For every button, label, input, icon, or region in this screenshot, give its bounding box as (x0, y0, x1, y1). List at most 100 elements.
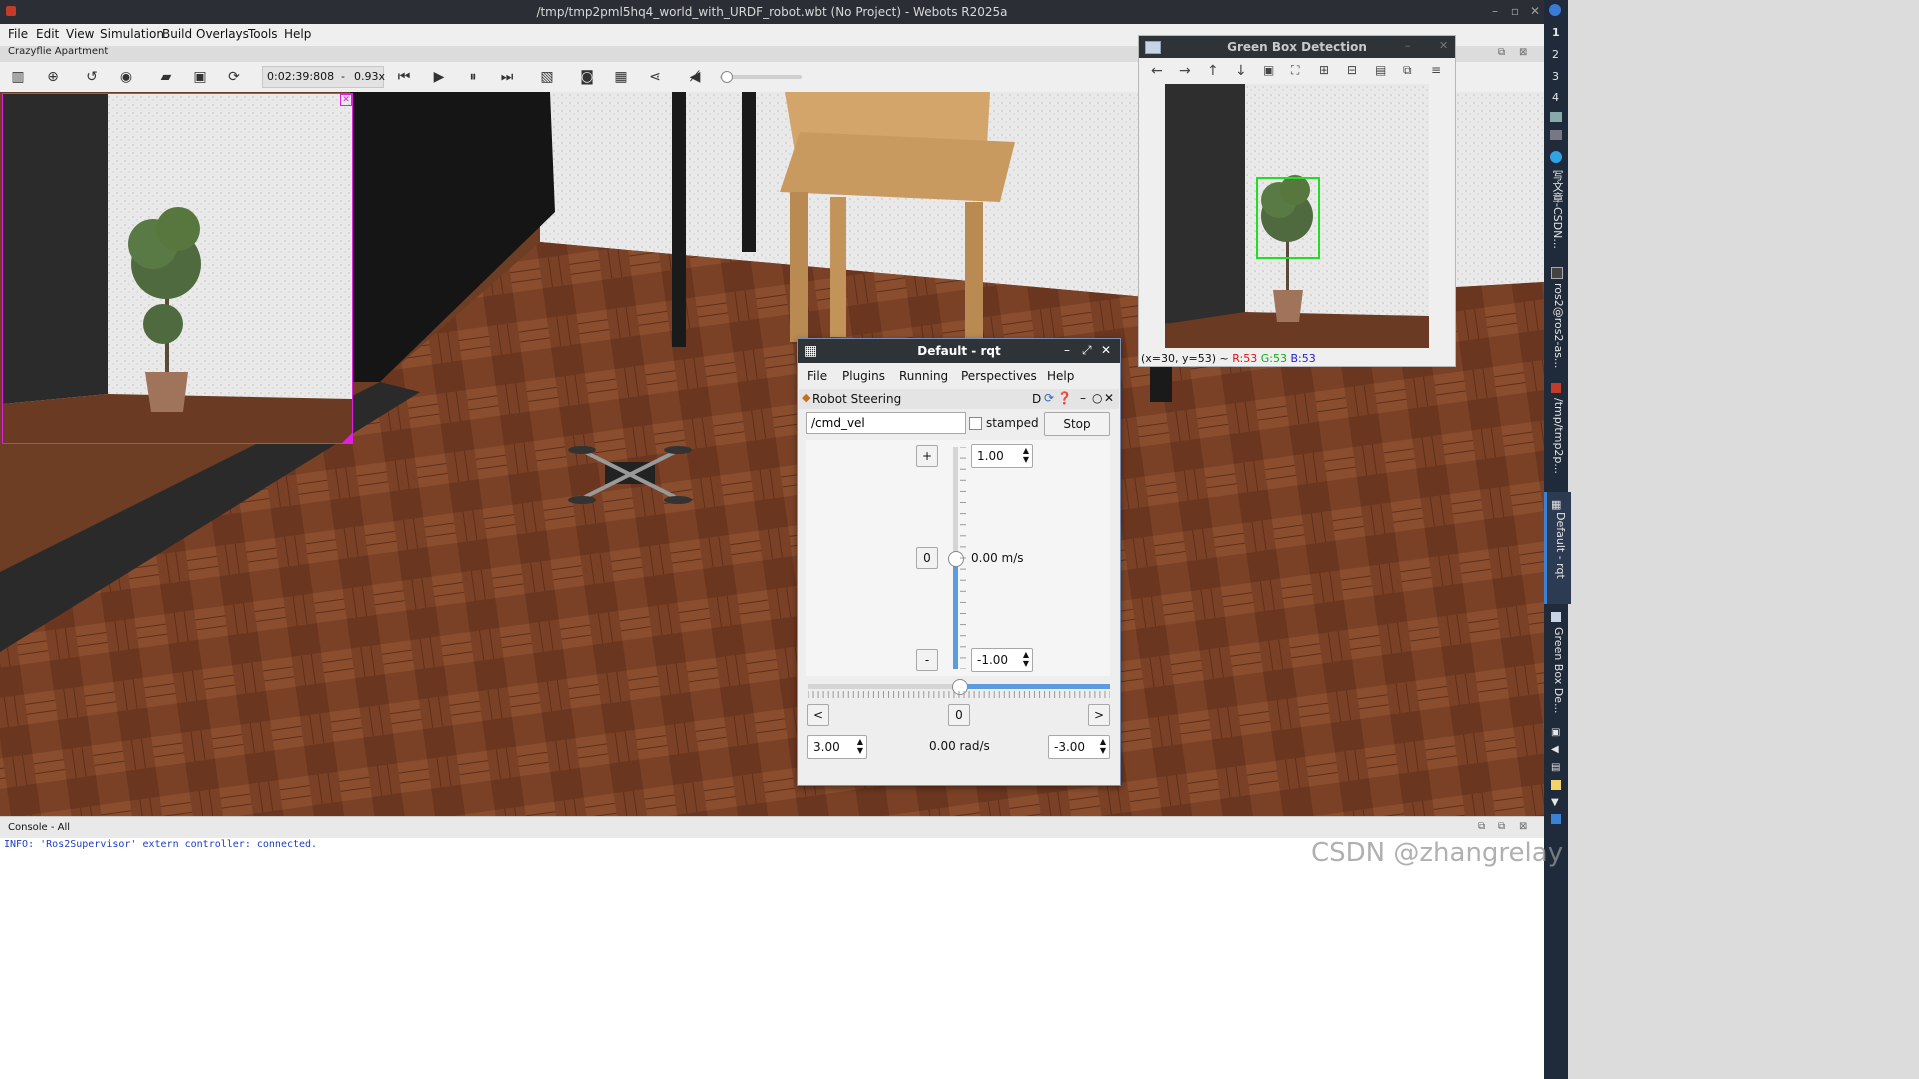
workspace-3[interactable]: 3 (1552, 70, 1559, 83)
gbd-forward-icon[interactable]: → (1179, 63, 1191, 79)
rqt-minimize-icon[interactable]: – (1064, 343, 1070, 357)
maximize-icon[interactable]: ▫ (1508, 4, 1522, 18)
task-csdn-editor[interactable]: 写文章-CSDN... (1547, 170, 1565, 260)
fast-forward-icon[interactable]: ⏭ (498, 68, 516, 86)
gbd-task-icon[interactable] (1551, 612, 1561, 622)
keyboard-icon[interactable]: ▤ (1551, 762, 1560, 773)
workspace-1[interactable]: 1 (1552, 26, 1560, 39)
open-icon[interactable]: ▰ (157, 68, 175, 86)
angular-right-button[interactable]: > (1088, 704, 1110, 726)
gbd-back-icon[interactable]: ← (1151, 63, 1163, 79)
rqt-maximize-icon[interactable]: ⤢ (1082, 343, 1092, 358)
gbd-fit-icon[interactable]: ⛶ (1291, 63, 1299, 78)
gbd-minimize-icon[interactable]: – (1405, 39, 1411, 52)
task-webots[interactable]: /tmp/tmp2p... (1547, 398, 1565, 488)
angular-max-spinbox[interactable]: 3.00 ▲ ▼ (807, 735, 867, 759)
menu-view[interactable]: View (66, 27, 94, 41)
task-rqt-active[interactable]: ▦ Default - rqt (1544, 492, 1571, 604)
angular-left-button[interactable]: < (807, 704, 829, 726)
menu-tools[interactable]: Tools (248, 27, 278, 41)
spin-arrows-icon[interactable]: ▲ ▼ (1023, 446, 1029, 464)
overlay-close-icon[interactable]: ✕ (340, 94, 352, 106)
workspace-2[interactable]: 2 (1552, 48, 1559, 61)
linear-min-spinbox[interactable]: -1.00 ▲ ▼ (971, 648, 1033, 672)
angular-min-spinbox[interactable]: -3.00 ▲ ▼ (1048, 735, 1110, 759)
spin-arrows-icon[interactable]: ▲ ▼ (857, 737, 863, 755)
menu-edit[interactable]: Edit (36, 27, 59, 41)
task-green-box-detection[interactable]: Green Box De... (1547, 627, 1565, 717)
console-close-icon[interactable]: ⊠ (1519, 821, 1527, 832)
linear-max-spinbox[interactable]: 1.00 ▲ ▼ (971, 444, 1033, 468)
taskbar-logo-icon[interactable] (1549, 4, 1561, 16)
camera-icon[interactable]: ◙ (578, 68, 596, 86)
menu-overlays[interactable]: Overlays (196, 27, 249, 41)
reset-view-icon[interactable]: ↺ (83, 68, 101, 86)
notes-icon[interactable] (1551, 780, 1561, 790)
rqt-menu-file[interactable]: File (807, 369, 827, 383)
linear-minus-button[interactable]: - (916, 649, 938, 671)
render-icon[interactable]: ▧ (538, 68, 556, 86)
linear-zero-button[interactable]: 0 (916, 547, 938, 569)
close-panel-icon[interactable]: ⊠ (1519, 47, 1527, 58)
rqt-close-icon[interactable]: ✕ (1101, 343, 1111, 357)
plugin-float-icon[interactable]: ○ (1092, 391, 1102, 405)
gbd-down-icon[interactable]: ↓ (1235, 63, 1247, 79)
plugin-d-button[interactable]: D (1032, 392, 1041, 406)
reload-icon[interactable]: ⟳ (225, 68, 243, 86)
overlay-resize-handle-icon[interactable] (342, 433, 352, 443)
task-ros2-terminal[interactable]: ros2@ros2-as... (1547, 283, 1565, 373)
rqt-menu-perspectives[interactable]: Perspectives (961, 369, 1037, 383)
gbd-up-icon[interactable]: ↑ (1207, 63, 1219, 79)
play-icon[interactable]: ▶ (430, 68, 448, 86)
minimize-icon[interactable]: – (1488, 4, 1502, 18)
menu-simulation[interactable]: Simulation (100, 27, 164, 41)
movie-icon[interactable]: ▦ (612, 68, 630, 86)
angular-zero-button[interactable]: 0 (948, 704, 970, 726)
workspace-4[interactable]: 4 (1552, 91, 1559, 104)
camera-overlay[interactable]: ✕ (2, 93, 353, 444)
stamped-checkbox[interactable] (969, 417, 982, 430)
pause-icon[interactable]: ⏸ (464, 68, 482, 86)
volume-slider-knob[interactable] (721, 71, 734, 83)
bluetooth-icon[interactable] (1551, 814, 1561, 824)
add-node-icon[interactable]: ⊕ (44, 68, 62, 86)
eye-icon[interactable]: ◉ (117, 68, 135, 86)
console-restore-icon[interactable]: ⧉ (1478, 821, 1485, 832)
tray-app-icon[interactable] (1550, 130, 1562, 140)
menu-file[interactable]: File (8, 27, 28, 41)
plugin-minimize-icon[interactable]: – (1080, 391, 1086, 405)
restore-icon[interactable]: ⧉ (1498, 47, 1505, 58)
terminal-icon[interactable] (1551, 267, 1563, 279)
topic-input[interactable] (806, 412, 966, 434)
step-back-icon[interactable]: ⏮ (395, 68, 413, 86)
rqt-menu-plugins[interactable]: Plugins (842, 369, 885, 383)
tray-app-icon[interactable] (1550, 112, 1562, 122)
gbd-image[interactable] (1165, 84, 1429, 348)
webots-task-icon[interactable] (1551, 383, 1561, 393)
plugin-help-icon[interactable]: ❓ (1057, 391, 1072, 405)
gbd-zoom-in-icon[interactable]: ⊞ (1319, 63, 1329, 77)
spin-arrows-icon[interactable]: ▲ ▼ (1023, 650, 1029, 668)
share-icon[interactable]: ⋖ (646, 68, 664, 86)
gbd-menu-icon[interactable]: ≡ (1431, 63, 1441, 77)
rqt-menu-help[interactable]: Help (1047, 369, 1074, 383)
network-icon[interactable]: ▼ (1551, 797, 1559, 808)
menu-build[interactable]: Build (162, 27, 192, 41)
mute-icon[interactable]: ◀̸ (686, 68, 704, 86)
tray-icon[interactable]: ▣ (1551, 727, 1560, 738)
panel-icon[interactable]: ▥ (9, 68, 27, 86)
gbd-copy-icon[interactable]: ⧉ (1403, 63, 1412, 78)
edge-browser-icon[interactable] (1550, 151, 1562, 163)
close-icon[interactable]: ✕ (1528, 4, 1542, 18)
plugin-reload-icon[interactable]: ⟳ (1044, 391, 1054, 405)
linear-slider-track[interactable] (948, 447, 964, 669)
spin-arrows-icon[interactable]: ▲ ▼ (1100, 737, 1106, 755)
save-icon[interactable]: ▣ (191, 68, 209, 86)
volume-slider[interactable] (720, 71, 802, 83)
stop-button[interactable]: Stop (1044, 412, 1110, 436)
gbd-save-icon[interactable]: ▤ (1375, 63, 1386, 77)
gbd-zoom-original-icon[interactable]: ▣ (1263, 63, 1274, 77)
plugin-close-icon[interactable]: ✕ (1104, 391, 1114, 405)
menu-help[interactable]: Help (284, 27, 311, 41)
angular-slider-track[interactable] (808, 679, 1110, 695)
